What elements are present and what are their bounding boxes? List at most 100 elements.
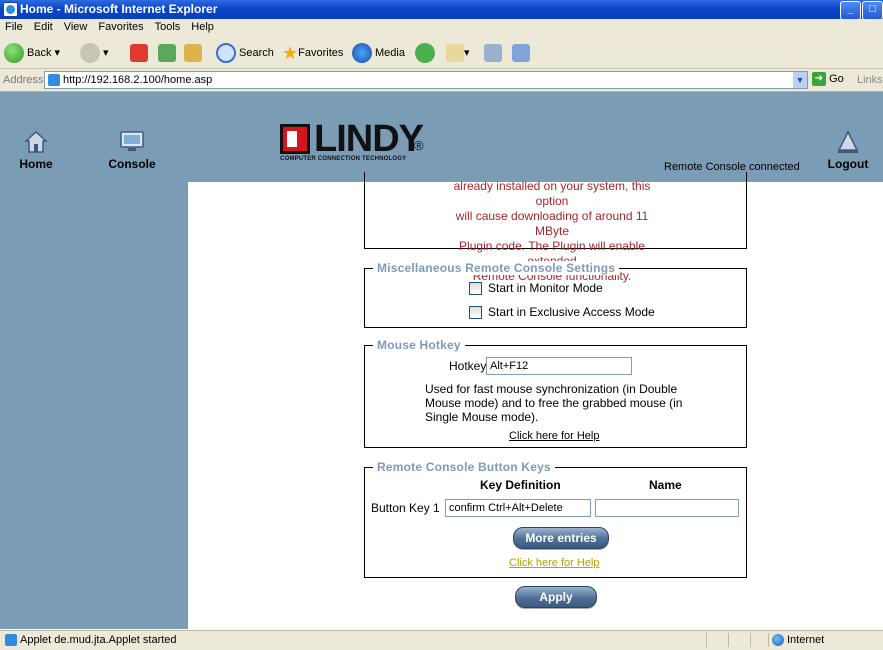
menu-bar: File Edit View Favorites Tools Help xyxy=(0,19,883,38)
address-label: Address xyxy=(3,74,44,86)
misc-settings-legend: Miscellaneous Remote Console Settings xyxy=(373,261,620,275)
menu-favorites[interactable]: Favorites xyxy=(93,19,149,33)
logo-tagline: COMPUTER CONNECTION TECHNOLOGY xyxy=(280,156,407,162)
hotkey-help-link[interactable]: Click here for Help xyxy=(509,430,599,442)
back-arrow-icon xyxy=(4,43,24,64)
edit-button[interactable] xyxy=(512,42,530,64)
search-icon xyxy=(216,43,236,64)
button-key-1-name-input[interactable] xyxy=(595,499,739,517)
favorites-button[interactable]: ★Favorites xyxy=(282,42,343,64)
exclusive-mode-checkbox[interactable] xyxy=(469,306,482,320)
star-icon: ★ xyxy=(282,43,299,64)
ie-icon xyxy=(3,2,18,17)
back-button[interactable]: Back ▾ xyxy=(4,42,60,64)
console-nav[interactable]: Console xyxy=(104,130,160,171)
go-arrow-icon: ➔ xyxy=(812,72,826,86)
home-button[interactable] xyxy=(184,42,202,64)
address-url: http://192.168.2.100/home.asp xyxy=(63,74,213,86)
mouse-hotkey-group: Mouse Hotkey Hotkey Alt+F12 Used for fas… xyxy=(364,338,747,448)
monitor-mode-checkbox[interactable] xyxy=(469,282,482,296)
media-icon xyxy=(352,43,372,64)
kvm-header: Home Console LINDY ® COMPUTER CONNECTION… xyxy=(0,92,883,182)
console-nav-label: Console xyxy=(108,157,156,171)
mail-icon xyxy=(446,44,464,63)
lindy-logo-mark xyxy=(280,124,310,154)
button-keys-group: Remote Console Button Keys Key Definitio… xyxy=(364,460,747,578)
warning-line: already installed on your system, this o… xyxy=(453,179,651,208)
address-input[interactable]: http://192.168.2.100/home.asp ▼ xyxy=(44,71,808,89)
hotkey-desc-line: Mouse mode) and to free the grabbed mous… xyxy=(425,396,683,410)
mouse-hotkey-legend: Mouse Hotkey xyxy=(373,338,465,352)
exclusive-mode-option[interactable]: Start in Exclusive Access Mode xyxy=(469,305,655,320)
history-button[interactable] xyxy=(415,42,438,64)
hotkey-label: Hotkey xyxy=(449,359,487,373)
key-definition-header: Key Definition xyxy=(480,478,561,492)
address-dropdown-icon[interactable]: ▼ xyxy=(793,72,807,88)
security-zone: Internet xyxy=(772,634,824,647)
menu-view[interactable]: View xyxy=(59,19,94,33)
lindy-logo-text: LINDY xyxy=(314,118,424,160)
stop-icon xyxy=(130,44,148,63)
forward-button[interactable]: ▾ xyxy=(80,42,109,64)
home-nav[interactable]: Home xyxy=(18,130,54,171)
left-sidebar xyxy=(0,182,188,629)
minimize-button[interactable]: _ xyxy=(840,1,861,20)
menu-tools[interactable]: Tools xyxy=(150,19,187,33)
page-icon xyxy=(48,74,60,86)
title-bar: Home - Microsoft Internet Explorer _ □ xyxy=(0,0,883,20)
lindy-logo: LINDY ® COMPUTER CONNECTION TECHNOLOGY xyxy=(280,118,430,168)
window-title: Home - Microsoft Internet Explorer xyxy=(20,2,218,16)
maximize-button[interactable]: □ xyxy=(862,1,883,20)
hotkey-desc-line: Used for fast mouse synchronization (in … xyxy=(425,382,678,396)
logout-label: Logout xyxy=(827,157,869,171)
globe-icon xyxy=(772,634,784,647)
logout-icon xyxy=(837,130,859,153)
menu-edit[interactable]: Edit xyxy=(29,19,59,33)
status-divider xyxy=(750,633,751,647)
mail-button[interactable]: ▾ xyxy=(446,42,470,64)
hotkey-input[interactable]: Alt+F12 xyxy=(486,357,632,375)
go-button[interactable]: ➔ Go xyxy=(812,72,844,86)
monitor-mode-label: Start in Monitor Mode xyxy=(488,281,603,295)
logout-nav[interactable]: Logout xyxy=(826,130,870,171)
name-header: Name xyxy=(649,478,682,492)
status-message: Applet de.mud.jta.Applet started xyxy=(2,634,177,647)
more-entries-button[interactable]: More entries xyxy=(513,527,609,549)
page-content: Home Console LINDY ® COMPUTER CONNECTION… xyxy=(0,92,883,629)
button-keys-legend: Remote Console Button Keys xyxy=(373,460,555,474)
search-button[interactable]: Search xyxy=(216,42,274,64)
monitor-mode-option[interactable]: Start in Monitor Mode xyxy=(469,281,603,296)
status-bar: Applet de.mud.jta.Applet started Interne… xyxy=(0,630,883,650)
exclusive-mode-label: Start in Exclusive Access Mode xyxy=(488,305,655,319)
toolbar: Back ▾ ▾ Search ★Favorites Media ▾ xyxy=(0,37,883,69)
console-monitor-icon xyxy=(120,131,144,151)
status-divider xyxy=(728,633,729,647)
refresh-icon xyxy=(158,44,176,63)
status-divider xyxy=(768,633,769,647)
button-key-1-label: Button Key 1 xyxy=(371,501,440,515)
button-keys-help-link[interactable]: Click here for Help xyxy=(509,557,599,569)
apply-button[interactable]: Apply xyxy=(515,586,597,608)
print-icon xyxy=(484,44,502,63)
misc-settings-group: Miscellaneous Remote Console Settings St… xyxy=(364,261,747,328)
hotkey-desc-line: Single Mouse mode). xyxy=(425,410,539,424)
menu-file[interactable]: File xyxy=(0,19,29,33)
home-nav-label: Home xyxy=(19,157,53,171)
forward-arrow-icon xyxy=(80,43,100,64)
stop-button[interactable] xyxy=(130,42,148,64)
home-nav-icon xyxy=(24,130,48,153)
media-button[interactable]: Media xyxy=(352,42,405,64)
refresh-button[interactable] xyxy=(158,42,176,64)
hotkey-description: Used for fast mouse synchronization (in … xyxy=(425,382,685,424)
edit-icon xyxy=(512,44,530,63)
page-status-icon xyxy=(5,634,17,647)
windows-flag-icon xyxy=(869,19,883,37)
home-icon xyxy=(184,44,202,63)
print-button[interactable] xyxy=(484,42,502,64)
button-key-1-definition-input[interactable]: confirm Ctrl+Alt+Delete xyxy=(445,499,591,517)
links-button[interactable]: Links xyxy=(857,74,883,86)
status-divider xyxy=(706,633,707,647)
warning-line: will cause downloading of around 11 MByt… xyxy=(455,209,649,238)
menu-help[interactable]: Help xyxy=(186,19,220,33)
address-bar: Address http://192.168.2.100/home.asp ▼ … xyxy=(0,69,883,92)
